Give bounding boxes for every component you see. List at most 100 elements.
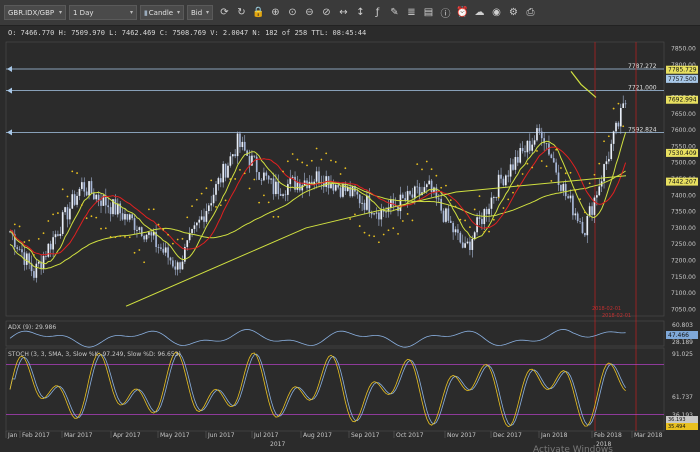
sar-dot (368, 234, 371, 237)
sar-dot (181, 237, 184, 240)
zoom-in-icon[interactable]: ⊕ (269, 5, 282, 20)
sar-dot (291, 153, 294, 155)
zoom-out-icon[interactable]: ⊖ (303, 5, 316, 20)
sar-dot (301, 161, 304, 164)
candle-body (83, 182, 86, 192)
time-axis-label: Nov 2017 (447, 432, 476, 439)
sar-dot (569, 171, 572, 174)
hline-label: 7721.000 (628, 85, 657, 92)
candle-body (471, 238, 474, 250)
chart-area[interactable]: 7850.007800.007750.007700.007650.007600.… (0, 26, 700, 452)
lock-icon[interactable]: 🔒 (252, 5, 265, 20)
pencil-icon[interactable]: ✎ (388, 5, 401, 20)
print-icon[interactable]: ⎙ (524, 5, 537, 20)
sar-dot (191, 205, 193, 208)
candle-body (512, 164, 514, 170)
zoom-fit-icon[interactable]: ⊙ (286, 5, 299, 20)
zoom-reset-icon[interactable]: ⊘ (320, 5, 333, 20)
vline-label: 2018-02-01 (602, 313, 631, 319)
year-label: 2017 (270, 441, 285, 448)
candle-body (92, 193, 95, 200)
templates-icon[interactable]: ▤ (422, 5, 435, 20)
price-tag-label: 7692.994 (668, 97, 697, 104)
sar-dot (397, 232, 399, 235)
candle-body (71, 194, 74, 209)
candle-body (519, 147, 522, 163)
candle-body (61, 212, 64, 234)
candle-body (253, 155, 256, 157)
sar-dot (406, 213, 409, 215)
candle-body (131, 214, 134, 219)
info-icon[interactable]: ⓘ (439, 5, 452, 20)
projection-line (570, 70, 597, 98)
candle-body (576, 213, 579, 222)
sar-dot (205, 187, 208, 190)
sync-icon[interactable]: ↻ (235, 5, 248, 20)
candle-body (263, 172, 265, 181)
sar-dot (598, 162, 601, 165)
candle-body (596, 195, 598, 198)
candle-body (265, 172, 268, 176)
candle-body (619, 107, 622, 127)
refresh-icon[interactable]: ⟳ (218, 5, 231, 20)
symbol-select[interactable]: GBR.IDX/GBP ▾ (4, 5, 66, 20)
sar-dot (330, 159, 332, 162)
time-axis-label: Jul 2017 (253, 432, 279, 439)
sar-dot (502, 207, 505, 209)
candle-body (459, 232, 462, 243)
candle-body (78, 188, 81, 196)
time-axis-label: Feb 2017 (22, 432, 50, 439)
sar-dot (100, 227, 102, 230)
candle-body (579, 221, 581, 222)
candle-body (598, 186, 601, 196)
sar-dot (219, 204, 222, 207)
sar-dot (579, 198, 581, 200)
candle-body (481, 218, 483, 225)
sar-dot (401, 220, 404, 222)
sar-dot (200, 192, 203, 195)
chart-type-select[interactable]: ▮ Candle ▾ (140, 5, 184, 20)
candle-body (193, 225, 196, 229)
chart-svg[interactable]: 7850.007800.007750.007700.007650.007600.… (0, 26, 700, 452)
camera-icon[interactable]: ◉ (490, 5, 503, 20)
sar-dot (607, 135, 610, 138)
function-icon[interactable]: ƒ (371, 5, 384, 20)
sar-dot (344, 167, 347, 170)
sar-dot (104, 227, 107, 230)
settings-icon[interactable]: ⚙ (507, 5, 520, 20)
cloud-icon[interactable]: ☁ (473, 5, 486, 20)
sar-dot (411, 219, 414, 222)
candle-body (366, 195, 368, 210)
arrows-v-icon[interactable]: ↕ (354, 5, 367, 20)
candle-body (478, 217, 481, 219)
layers-icon[interactable]: ≣ (405, 5, 418, 20)
candle-body (409, 191, 411, 195)
candle-body (581, 221, 584, 234)
candle-body (76, 195, 78, 205)
candle-body (69, 208, 71, 220)
candle-body (509, 164, 512, 177)
sar-dot (583, 211, 586, 214)
sar-dot (28, 239, 31, 242)
sar-dot (229, 178, 232, 181)
candle-body (569, 195, 572, 199)
candle-body (591, 206, 593, 215)
sar-dot (478, 195, 481, 198)
chevron-down-icon: ▾ (176, 9, 180, 16)
price-type-select[interactable]: Bid ▾ (187, 5, 213, 20)
candle-body (49, 243, 52, 250)
candle-body (572, 195, 574, 216)
arrows-h-icon[interactable]: ↔ (337, 5, 350, 20)
candle-body (428, 180, 431, 185)
candle-body (241, 141, 244, 148)
price-type-value: Bid (191, 8, 203, 17)
sar-dot (612, 107, 615, 110)
candle-body (16, 247, 19, 249)
sar-dot (435, 174, 438, 177)
candle-body (469, 241, 471, 250)
sar-dot (23, 241, 26, 243)
alarm-icon[interactable]: ⏰ (456, 5, 469, 20)
timeframe-select[interactable]: 1 Day ▾ (69, 5, 137, 20)
adx-pane-frame (5, 320, 665, 347)
candle-body (195, 222, 198, 226)
